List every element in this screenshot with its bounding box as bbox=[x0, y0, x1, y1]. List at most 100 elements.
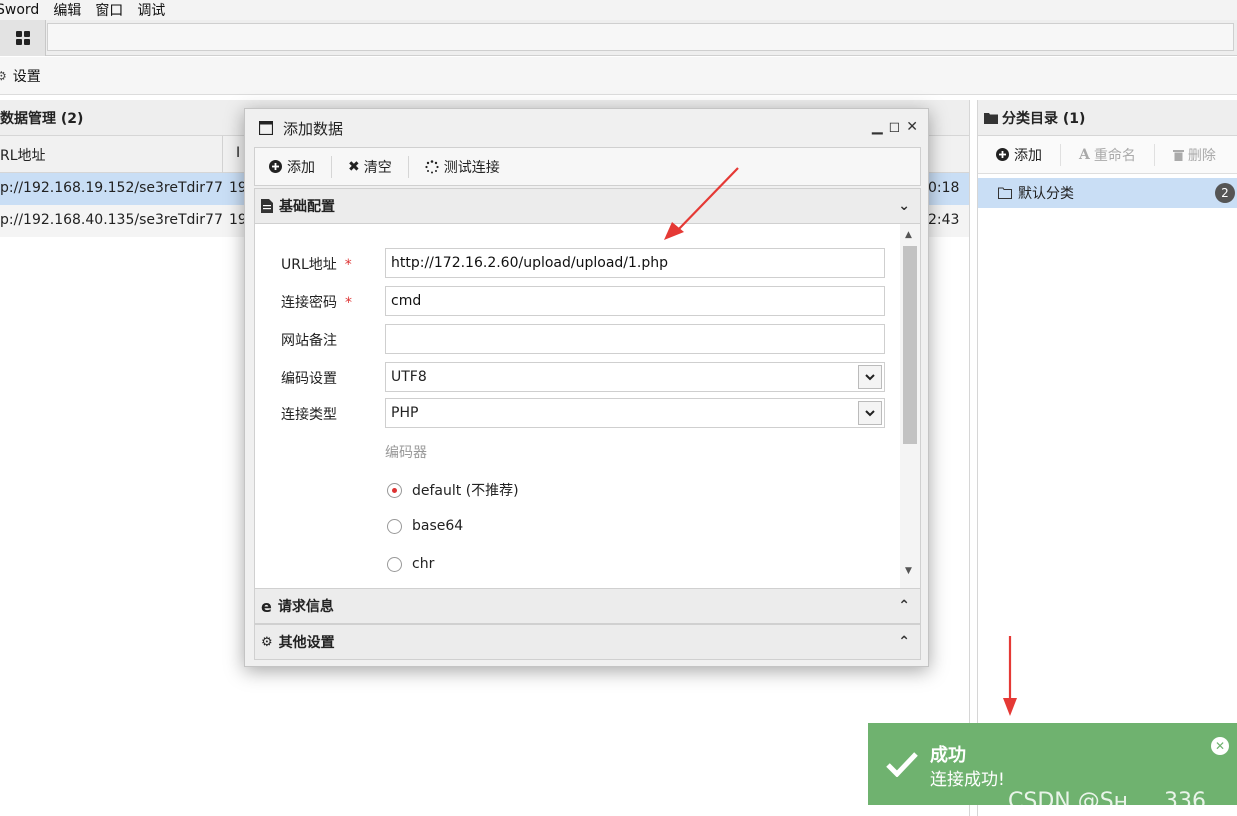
rename-category-label: 重命名 bbox=[1093, 147, 1136, 164]
section-basic-body: URL地址 * http://172.16.2.60/upload/upload/… bbox=[254, 224, 921, 588]
row-url: p://192.168.40.135/se3reTdir77 bbox=[0, 212, 223, 228]
toolbar-separator bbox=[407, 155, 409, 178]
row-url: p://192.168.19.152/se3reTdir77 bbox=[0, 180, 223, 196]
test-connection-button[interactable]: 测试连接 bbox=[425, 157, 500, 177]
category-count-badge: 2 bbox=[1215, 183, 1235, 203]
chevron-up-icon: ⌃ bbox=[898, 634, 910, 650]
encoding-value: UTF8 bbox=[391, 369, 427, 385]
url-input[interactable]: http://172.16.2.60/upload/upload/1.php bbox=[385, 248, 885, 278]
encoder-option-label: default (不推荐) bbox=[412, 483, 519, 499]
section-basic-title: 基础配置 bbox=[279, 199, 335, 215]
section-other-title: 其他设置 bbox=[278, 635, 335, 651]
menu-edit[interactable]: 编辑 bbox=[53, 0, 81, 20]
maximize-icon[interactable]: ◻ bbox=[889, 119, 901, 135]
add-data-dialog: 添加数据 ▁ ◻ ✕ 添加 ✖ 清空 测试连接 基础配置 ⌄ URL地址 * h… bbox=[244, 108, 929, 667]
rename-category-button[interactable]: A 重命名 bbox=[1079, 145, 1136, 165]
chevron-down-icon[interactable] bbox=[858, 365, 882, 389]
scroll-up-icon[interactable]: ▲ bbox=[905, 230, 912, 240]
x-icon: ✖ bbox=[348, 158, 360, 175]
row-time: 2:43 bbox=[928, 212, 960, 228]
close-icon[interactable]: ✕ bbox=[1211, 737, 1229, 755]
password-label: 连接密码 * bbox=[281, 295, 352, 311]
column-url[interactable]: RL地址 bbox=[0, 145, 46, 165]
add-button-label: 添加 bbox=[287, 159, 315, 176]
menubar: Sword 编辑 窗口 调试 bbox=[0, 0, 1237, 20]
password-input[interactable]: cmd bbox=[385, 286, 885, 316]
checkmark-icon bbox=[886, 752, 918, 777]
test-connection-label: 测试连接 bbox=[443, 159, 500, 176]
note-input[interactable] bbox=[385, 324, 885, 354]
url-label: URL地址 * bbox=[281, 257, 352, 273]
tab-strip bbox=[0, 20, 1237, 56]
data-manager-title: 数据管理 (2) bbox=[0, 110, 84, 127]
toast-title: 成功 bbox=[930, 745, 966, 766]
add-category-label: 添加 bbox=[1014, 147, 1042, 164]
dialog-toolbar: 添加 ✖ 清空 测试连接 bbox=[254, 147, 921, 186]
menu-window[interactable]: 窗口 bbox=[95, 0, 123, 20]
radio-unchecked-icon bbox=[387, 556, 402, 572]
note-label: 网站备注 bbox=[281, 333, 337, 349]
toolbar-separator bbox=[1060, 143, 1061, 166]
scrollbar-thumb[interactable] bbox=[903, 246, 917, 444]
section-other-header[interactable]: ⚙ 其他设置 ⌃ bbox=[254, 624, 921, 660]
gear-icon: ⚙ bbox=[0, 68, 7, 83]
plus-circle-icon bbox=[269, 160, 282, 173]
dialog-titlebar[interactable]: 添加数据 ▁ ◻ ✕ bbox=[245, 109, 928, 147]
toolbar-separator bbox=[1153, 143, 1155, 166]
chevron-up-icon: ⌃ bbox=[898, 598, 910, 614]
form-scrollbar[interactable]: ▲ ▼ bbox=[900, 224, 920, 588]
add-button[interactable]: 添加 bbox=[269, 157, 315, 177]
column-ip[interactable]: I bbox=[236, 145, 240, 161]
encoder-radio-chr[interactable]: chr bbox=[387, 556, 434, 572]
clear-button[interactable]: ✖ 清空 bbox=[348, 157, 392, 177]
type-label: 连接类型 bbox=[281, 407, 337, 423]
add-category-button[interactable]: 添加 bbox=[996, 145, 1042, 165]
watermark: CSDN @Sн . 336 bbox=[1008, 789, 1207, 814]
delete-category-button[interactable]: 删除 bbox=[1172, 145, 1216, 165]
window-controls: ▁ ◻ ✕ bbox=[872, 119, 918, 135]
toolbar-separator bbox=[331, 155, 332, 178]
home-tab[interactable] bbox=[0, 20, 46, 56]
section-request-title: 请求信息 bbox=[277, 599, 334, 615]
category-panel: 分类目录 (1) 添加 A 重命名 删除 默认分类 2 bbox=[977, 100, 1237, 816]
gears-icon: ⚙ bbox=[261, 634, 273, 650]
category-header: 分类目录 (1) bbox=[978, 100, 1237, 136]
minimize-icon[interactable]: ▁ bbox=[872, 119, 883, 135]
encoding-label: 编码设置 bbox=[281, 371, 337, 387]
clear-button-label: 清空 bbox=[363, 159, 392, 176]
section-request-header[interactable]: e 请求信息 ⌃ bbox=[254, 588, 921, 624]
document-icon bbox=[261, 199, 273, 213]
folder-icon bbox=[984, 112, 998, 124]
encoder-radio-default[interactable]: default (不推荐) bbox=[387, 480, 519, 500]
section-basic-header[interactable]: 基础配置 ⌄ bbox=[254, 188, 921, 224]
encoder-radio-base64[interactable]: base64 bbox=[387, 518, 463, 534]
folder-open-icon bbox=[998, 187, 1012, 199]
radio-unchecked-icon bbox=[387, 518, 402, 534]
menu-app[interactable]: Sword bbox=[0, 2, 39, 18]
radio-checked-icon bbox=[387, 482, 402, 498]
encoder-option-label: base64 bbox=[412, 518, 464, 534]
row-time: 0:18 bbox=[928, 180, 960, 196]
grid-icon bbox=[15, 31, 30, 45]
encoding-select[interactable]: UTF8 bbox=[385, 362, 885, 392]
chevron-down-icon[interactable] bbox=[858, 401, 882, 425]
category-item-label: 默认分类 bbox=[1018, 186, 1074, 202]
settings-label[interactable]: 设置 bbox=[13, 66, 41, 86]
category-toolbar: 添加 A 重命名 删除 bbox=[978, 136, 1237, 174]
plus-circle-icon bbox=[996, 148, 1009, 161]
category-item-default[interactable]: 默认分类 2 bbox=[978, 178, 1237, 208]
close-icon[interactable]: ✕ bbox=[906, 119, 918, 135]
column-divider[interactable] bbox=[222, 136, 223, 173]
type-select[interactable]: PHP bbox=[385, 398, 885, 428]
font-icon: A bbox=[1079, 146, 1090, 163]
success-toast: 成功 连接成功! ✕ CSDN @Sн . 336 bbox=[868, 723, 1237, 814]
spinner-icon bbox=[425, 159, 439, 173]
settings-bar: ⚙ 设置 bbox=[0, 57, 1237, 95]
menu-debug[interactable]: 调试 bbox=[137, 0, 165, 20]
type-value: PHP bbox=[391, 405, 419, 421]
dialog-title: 添加数据 bbox=[283, 119, 344, 138]
encoder-option-label: chr bbox=[412, 556, 435, 572]
ie-icon: e bbox=[261, 596, 272, 616]
scroll-down-icon[interactable]: ▼ bbox=[905, 566, 912, 576]
toast-message: 连接成功! bbox=[930, 770, 1005, 790]
